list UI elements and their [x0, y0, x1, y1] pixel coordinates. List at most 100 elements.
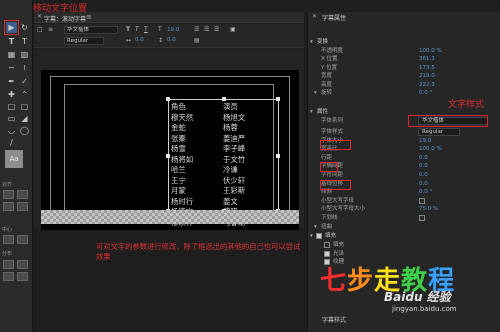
property-value[interactable]: 0.0 °: [419, 188, 432, 196]
property-value[interactable]: 0.0: [419, 162, 428, 170]
add-anchor-tool-icon[interactable]: ✚: [6, 89, 17, 100]
property-row[interactable]: 高度 222.3: [308, 81, 500, 89]
align-middle-icon[interactable]: [17, 202, 28, 211]
vertical-area-type-tool-icon[interactable]: ▧: [19, 49, 30, 60]
property-value[interactable]: 100.0 %: [419, 145, 442, 153]
distribute-left-icon[interactable]: [3, 260, 14, 269]
align-right-text-icon[interactable]: ☰: [214, 26, 219, 33]
property-value[interactable]: 361.3: [419, 55, 435, 63]
font-style-select[interactable]: Regular: [64, 37, 104, 45]
property-row[interactable]: X 位置 361.3: [308, 55, 500, 63]
font-family-select[interactable]: 华文楷体: [64, 26, 118, 34]
property-dropdown[interactable]: Regular: [418, 128, 460, 136]
leading-value[interactable]: 0.0: [167, 37, 176, 43]
rectangle-tool-icon[interactable]: □: [6, 101, 17, 112]
property-row[interactable]: 小型大写字母大小 75.0 %: [308, 205, 500, 213]
property-section[interactable]: ▾ 变换: [308, 38, 500, 46]
property-row[interactable]: 行距 0.0: [308, 154, 500, 162]
area-type-tool-icon[interactable]: ▦: [6, 49, 17, 60]
rotate-tool-icon[interactable]: ↻: [19, 22, 30, 33]
new-caption-icon[interactable]: □: [37, 26, 43, 33]
chevron-down-icon[interactable]: ▾: [314, 223, 317, 231]
convert-anchor-tool-icon[interactable]: ⌃: [19, 89, 30, 100]
menu-icon[interactable]: ≡: [86, 13, 92, 21]
resize-handle[interactable]: [166, 154, 170, 158]
distribute-top-icon[interactable]: [3, 272, 14, 281]
property-row[interactable]: 宽度 219.0: [308, 72, 500, 80]
property-value[interactable]: 0.0 °: [419, 89, 432, 97]
property-checkbox[interactable]: [324, 250, 330, 257]
rounded-rectangle-tool-icon[interactable]: ▭: [6, 113, 17, 124]
property-section[interactable]: ▾ 填充: [308, 232, 500, 240]
pen-tool-icon[interactable]: ✒: [6, 76, 17, 87]
tab-caption-title[interactable]: 字幕：滚动字幕: [44, 14, 86, 23]
property-row[interactable]: Y 位置 173.5: [308, 64, 500, 72]
align-center-text-icon[interactable]: ☰: [204, 26, 209, 33]
property-row[interactable]: 光泽: [308, 250, 500, 258]
ellipse-tool-icon[interactable]: ◯: [19, 125, 30, 136]
property-row[interactable]: 填充: [308, 241, 500, 249]
align-top-icon[interactable]: [3, 202, 14, 211]
chevron-down-icon[interactable]: ▾: [314, 89, 317, 97]
property-value[interactable]: 100.0 %: [419, 47, 442, 55]
roll-crawl-icon[interactable]: ≡: [48, 26, 53, 33]
property-row[interactable]: ▾ 旋转 0.0 °: [308, 89, 500, 97]
property-checkbox[interactable]: [324, 242, 330, 249]
property-value[interactable]: 0.0: [419, 154, 428, 162]
property-row[interactable]: ▾ 扭曲: [308, 223, 500, 231]
delete-anchor-tool-icon[interactable]: ✓: [19, 76, 30, 87]
clipped-corner-rectangle-tool-icon[interactable]: ▢: [19, 101, 30, 112]
property-value[interactable]: 222.3: [419, 81, 435, 89]
align-left-icon[interactable]: [3, 190, 14, 199]
tab-stops-icon[interactable]: ▤: [194, 37, 200, 44]
bold-icon[interactable]: T: [126, 26, 130, 33]
caption-tab-bar: ✕ 字幕：滚动字幕 ≡: [34, 12, 304, 23]
property-value[interactable]: 0.0: [419, 180, 428, 188]
center-horizontal-icon[interactable]: [3, 235, 14, 244]
property-row[interactable]: 字体样式 Regular: [308, 128, 500, 136]
line-tool-icon[interactable]: ∕: [6, 137, 17, 148]
close-icon[interactable]: ✕: [37, 13, 42, 20]
property-value[interactable]: 219.0: [419, 72, 435, 80]
close-icon[interactable]: ✕: [312, 13, 317, 20]
property-row[interactable]: 字符间距 0.0: [308, 171, 500, 179]
wedge-tool-icon[interactable]: ◢: [19, 113, 30, 124]
chevron-down-icon[interactable]: ▾: [310, 232, 313, 240]
property-value[interactable]: 75.0 %: [419, 205, 438, 213]
underline-icon[interactable]: T: [144, 26, 148, 33]
resize-handle[interactable]: [222, 97, 226, 101]
caption-text-box[interactable]: 角色 演员 穆天然 杨旭文 金蛇 杨蓉 张秦 姜迪严 杨雪 李子峰 杨将如 于文竹 哈兰 冷谦 王宁 伏少轩月…: [166, 97, 280, 227]
property-checkbox[interactable]: [419, 197, 425, 204]
property-checkbox[interactable]: [419, 215, 425, 221]
font-size-value[interactable]: 19.0: [167, 27, 179, 33]
property-value[interactable]: 0.0: [419, 171, 428, 179]
arc-tool-icon[interactable]: ◡: [6, 125, 17, 136]
actor-name: 冷谦: [223, 165, 238, 174]
kerning-value[interactable]: 0.0: [135, 37, 144, 43]
vertical-path-type-tool-icon[interactable]: ≀: [19, 62, 30, 73]
path-type-tool-icon[interactable]: ∽: [6, 62, 17, 73]
italic-icon[interactable]: T: [135, 26, 139, 33]
style-swatch[interactable]: Aa: [5, 150, 23, 168]
caption-canvas[interactable]: 角色 演员 穆天然 杨旭文 金蛇 杨蓉 张秦 姜迪严 杨雪 李子峰 杨将如 于文竹 哈兰 冷谦 王宁 伏少轩月…: [34, 50, 304, 230]
align-left-text-icon[interactable]: ☰: [194, 26, 199, 33]
section-checkbox[interactable]: [316, 233, 322, 240]
center-vertical-icon[interactable]: [17, 235, 28, 244]
property-row[interactable]: 下划线: [308, 214, 500, 222]
resize-handle[interactable]: [166, 97, 170, 101]
chevron-down-icon[interactable]: ▾: [310, 38, 313, 46]
type-tool-icon[interactable]: T: [6, 36, 17, 47]
align-center-icon[interactable]: [17, 190, 28, 199]
property-row[interactable]: 不透明度 100.0 %: [308, 47, 500, 55]
distribute-middle-icon[interactable]: [17, 272, 28, 281]
background-video-icon[interactable]: ▣: [230, 26, 236, 33]
vertical-type-tool-icon[interactable]: Т: [19, 36, 30, 47]
resize-handle[interactable]: [276, 97, 280, 101]
resize-handle[interactable]: [276, 154, 280, 158]
property-row[interactable]: 小型大写字母: [308, 197, 500, 205]
property-value[interactable]: 173.5: [419, 64, 435, 72]
distribute-center-icon[interactable]: [17, 260, 28, 269]
chevron-down-icon[interactable]: ▾: [310, 108, 313, 116]
align-label: 对齐: [2, 182, 13, 188]
property-value[interactable]: 19.0: [419, 137, 431, 145]
